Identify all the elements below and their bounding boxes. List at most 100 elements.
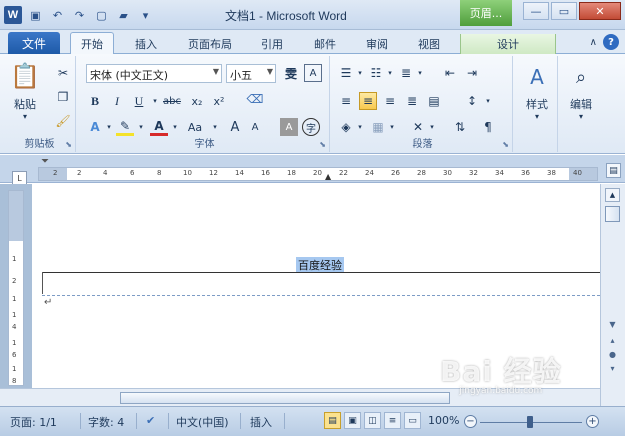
paste-dropdown-icon[interactable]: ▾ [16, 112, 34, 121]
redo-icon[interactable]: ↷ [71, 7, 88, 24]
find-binoculars-icon[interactable]: ⌕ [568, 64, 594, 90]
open-icon[interactable]: ▰ [115, 7, 132, 24]
ruler-tick: 4 [12, 323, 17, 331]
editing-dropdown-icon[interactable]: ▾ [572, 112, 590, 121]
format-painter-icon[interactable]: 🖌 [54, 112, 72, 130]
vertical-scrollbar[interactable]: ▲ ▼ ▴ ● ▾ [600, 184, 625, 408]
subscript-button[interactable]: x₂ [188, 92, 206, 110]
center-tab-marker[interactable]: ▲ [325, 172, 331, 181]
draft-view-icon[interactable]: ▭ [404, 412, 421, 429]
full-screen-reading-icon[interactable]: ▣ [344, 412, 361, 429]
first-line-indent-marker[interactable]: ⏷ [41, 156, 49, 167]
chevron-down-icon: ▼ [212, 67, 219, 76]
word-app-icon[interactable]: W [4, 6, 22, 24]
print-layout-view-icon[interactable]: ▤ [324, 412, 341, 429]
chinese-layout-dropdown-icon[interactable]: ▾ [423, 118, 441, 136]
styles-icon[interactable]: A [524, 64, 550, 90]
italic-button[interactable]: I [108, 92, 126, 110]
header-separator-dashed [42, 295, 600, 296]
tab-page-layout[interactable]: 页面布局 [178, 34, 242, 54]
align-right-icon[interactable]: ≡ [381, 92, 399, 110]
hscroll-thumb[interactable] [120, 392, 450, 404]
help-icon[interactable]: ? [603, 34, 619, 50]
borders-dropdown-icon[interactable]: ▾ [383, 118, 401, 136]
close-button[interactable]: ✕ [579, 2, 621, 20]
change-case-dropdown-icon[interactable]: ▾ [206, 118, 224, 136]
shading-dropdown-icon[interactable]: ▾ [351, 118, 369, 136]
view-ruler-icon[interactable]: ▤ [606, 163, 621, 178]
zoom-in-button[interactable]: + [586, 415, 599, 428]
tab-selector[interactable]: L [12, 171, 27, 185]
font-name-combo[interactable]: 宋体 (中文正文) ▼ [86, 64, 222, 83]
superscript-button[interactable]: x² [210, 92, 228, 110]
grow-font-button[interactable]: A [226, 118, 244, 136]
word-count[interactable]: 字数: 4 [88, 414, 124, 430]
tab-mailings[interactable]: 邮件 [305, 34, 345, 54]
shrink-font-button[interactable]: A [246, 118, 264, 136]
phonetic-guide-icon[interactable]: 雯 [282, 64, 300, 82]
customize-icon[interactable]: ▾ [137, 7, 154, 24]
tab-view[interactable]: 视图 [409, 34, 449, 54]
tab-review[interactable]: 审阅 [357, 34, 397, 54]
undo-icon[interactable]: ↶ [49, 7, 66, 24]
zoom-out-button[interactable]: − [464, 415, 477, 428]
font-launcher-icon[interactable]: ⬊ [319, 140, 326, 149]
paste-icon[interactable]: 📋 [10, 60, 40, 92]
highlight-dropdown-icon[interactable]: ▾ [132, 118, 150, 136]
previous-page-icon[interactable]: ▴ [606, 334, 619, 346]
font-color-dropdown-icon[interactable]: ▾ [166, 118, 184, 136]
paste-button[interactable]: 粘贴 [8, 96, 42, 112]
minimize-button[interactable]: — [523, 2, 549, 20]
web-layout-icon[interactable]: ◫ [364, 412, 381, 429]
character-border-icon[interactable]: A [304, 64, 322, 82]
font-size-combo[interactable]: 小五 ▼ [226, 64, 276, 83]
bold-button[interactable]: B [86, 92, 104, 110]
align-center-icon[interactable]: ≡ [359, 92, 377, 110]
character-shading-icon[interactable]: A [280, 118, 298, 136]
tab-home[interactable]: 开始 [70, 32, 114, 55]
outline-view-icon[interactable]: ≡ [384, 412, 401, 429]
distributed-icon[interactable]: ▤ [425, 92, 443, 110]
clear-formatting-icon[interactable]: ⌫ [246, 90, 264, 108]
paragraph-launcher-icon[interactable]: ⬊ [502, 140, 509, 149]
strikethrough-button[interactable]: abc [160, 92, 184, 110]
tab-references[interactable]: 引用 [252, 34, 292, 54]
tab-design[interactable]: 设计 [460, 34, 556, 54]
copy-icon[interactable]: ❐ [54, 88, 72, 106]
styles-button[interactable]: 样式 [518, 96, 556, 112]
select-browse-object-icon[interactable]: ● [606, 348, 619, 360]
restore-button[interactable]: ▭ [551, 2, 577, 20]
decrease-indent-icon[interactable]: ⇤ [441, 64, 459, 82]
tab-insert[interactable]: 插入 [126, 34, 166, 54]
scroll-down-icon[interactable]: ▼ [606, 318, 619, 330]
show-marks-icon[interactable]: ¶ [479, 118, 497, 136]
new-doc-icon[interactable]: ▢ [93, 7, 110, 24]
horizontal-ruler[interactable]: ⏷ ▲ 2 2 4 6 8 10 12 14 16 18 20 22 24 26… [38, 156, 598, 181]
justify-icon[interactable]: ≣ [403, 92, 421, 110]
cut-icon[interactable]: ✂ [54, 64, 72, 82]
increase-indent-icon[interactable]: ⇥ [463, 64, 481, 82]
line-spacing-dropdown-icon[interactable]: ▾ [479, 92, 497, 110]
editing-button[interactable]: 编辑 [562, 96, 600, 112]
sort-icon[interactable]: ⇅ [451, 118, 469, 136]
next-page-icon[interactable]: ▾ [606, 362, 619, 374]
tab-file[interactable]: 文件 [8, 32, 60, 54]
align-left-icon[interactable]: ≡ [337, 92, 355, 110]
zoom-level[interactable]: 100% [428, 414, 459, 427]
change-case-button[interactable]: Aa [184, 118, 206, 136]
multilevel-dropdown-icon[interactable]: ▾ [411, 64, 429, 82]
language-indicator[interactable]: 中文(中国) [176, 414, 229, 430]
vertical-ruler[interactable]: 1 2 1 1 4 1 6 1 8 [8, 190, 24, 386]
scroll-thumb[interactable] [605, 206, 620, 222]
proofing-icon[interactable]: ✔ [146, 414, 155, 427]
save-icon[interactable]: ▣ [27, 7, 44, 24]
enclose-characters-icon[interactable]: 字 [302, 118, 320, 136]
scroll-up-icon[interactable]: ▲ [605, 188, 620, 202]
styles-dropdown-icon[interactable]: ▾ [528, 112, 546, 121]
insert-mode-indicator[interactable]: 插入 [250, 414, 272, 430]
clipboard-launcher-icon[interactable]: ⬊ [65, 140, 72, 149]
ribbon-minimize-icon[interactable]: ∧ [590, 37, 597, 48]
zoom-slider-handle[interactable] [527, 416, 533, 428]
header-text[interactable]: 百度经验 [296, 257, 344, 273]
page-count[interactable]: 页面: 1/1 [10, 414, 57, 430]
